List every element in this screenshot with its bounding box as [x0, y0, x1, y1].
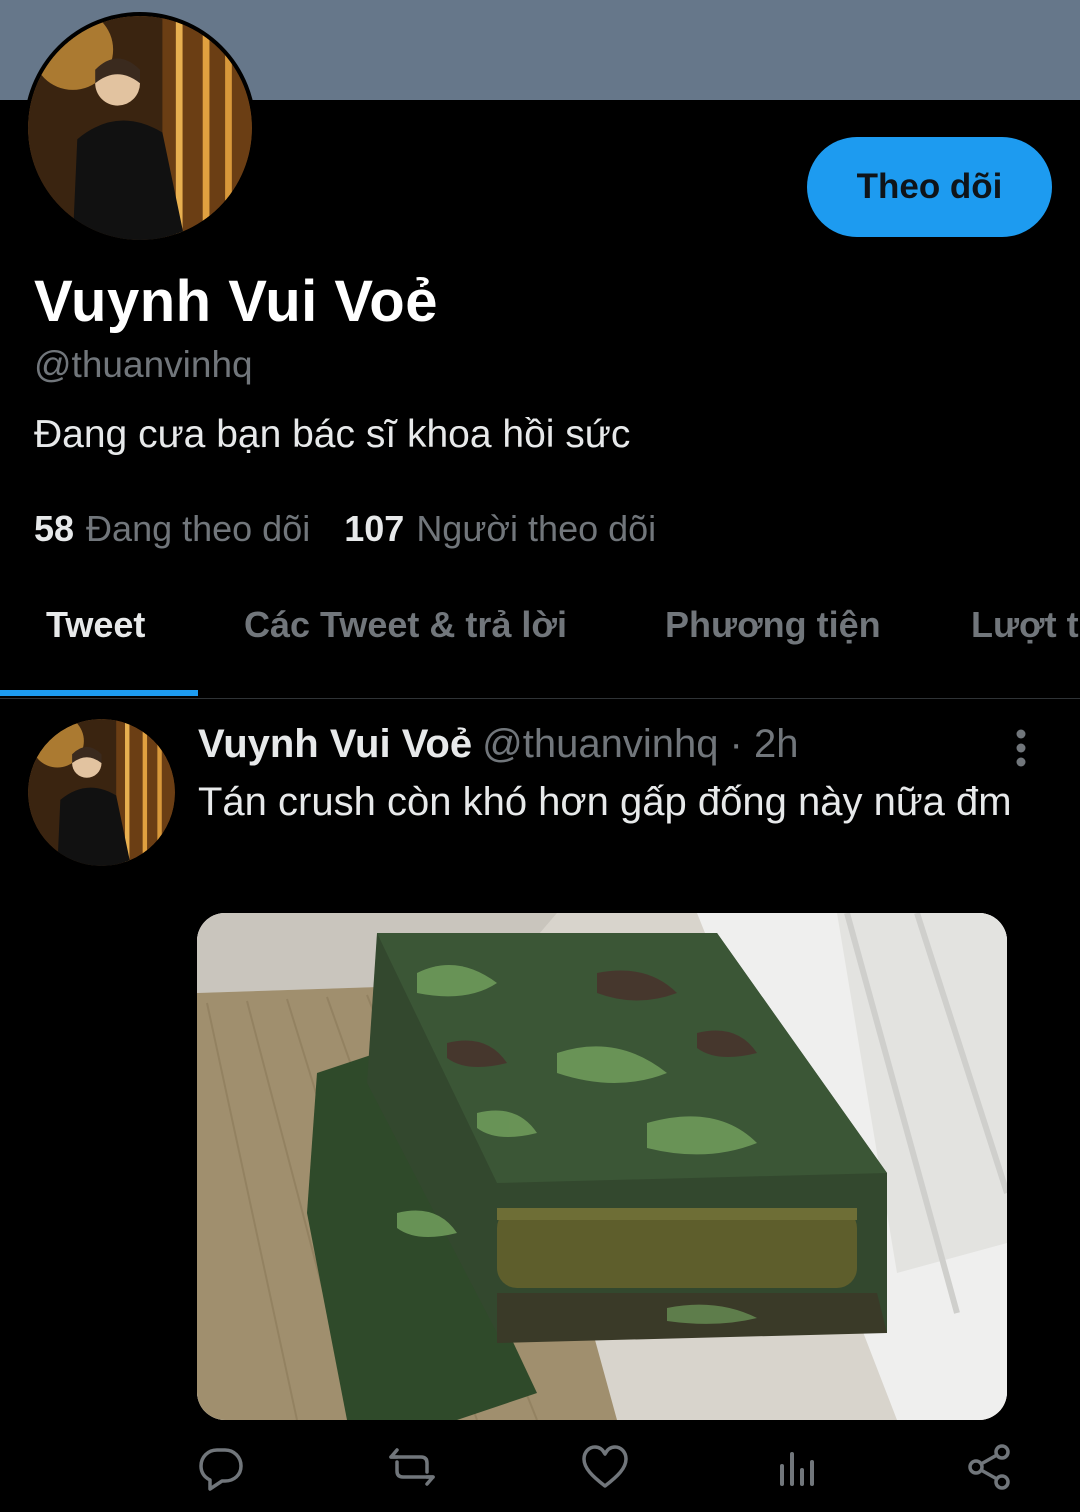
tweet-text: Tán crush còn khó hơn gấp đống này nữa đ… [198, 780, 1012, 824]
following-label: Đang theo dõi [86, 508, 311, 549]
tab-tweets[interactable]: Tweet [46, 604, 145, 646]
profile-handle: @thuanvinhq [34, 344, 253, 385]
profile-avatar[interactable] [24, 12, 256, 244]
more-options-icon[interactable] [1008, 728, 1034, 768]
followers-stat[interactable]: 107 Người theo dõi [344, 508, 656, 550]
profile-display-name: Vuynh Vui Voẻ [34, 269, 438, 334]
followers-count: 107 [344, 508, 405, 549]
following-count: 58 [34, 508, 75, 549]
profile-bio: Đang cưa bạn bác sĩ khoa hồi sức [34, 413, 631, 456]
followers-label: Người theo dõi [416, 508, 657, 549]
profile-stats: 58 Đang theo dõi 107 Người theo dõi [34, 508, 656, 550]
active-tab-indicator [0, 690, 198, 696]
share-icon[interactable] [964, 1442, 1014, 1492]
following-stat[interactable]: 58 Đang theo dõi [34, 508, 310, 550]
profile-tabs: Tweet Các Tweet & trả lời Phương tiện Lư… [0, 590, 1080, 699]
tweet-author-name[interactable]: Vuynh Vui Voẻ [198, 722, 472, 766]
tab-tweets-replies[interactable]: Các Tweet & trả lời [244, 604, 567, 646]
tab-likes[interactable]: Lượt thích [971, 604, 1080, 646]
analytics-icon[interactable] [772, 1442, 822, 1492]
tweet-header: Vuynh Vui Voẻ @thuanvinhq · 2h [198, 722, 798, 767]
reply-icon[interactable] [196, 1442, 246, 1492]
tweet-author-meta: @thuanvinhq · 2h [482, 722, 799, 766]
tab-media[interactable]: Phương tiện [665, 604, 881, 646]
tweet-image[interactable] [197, 913, 1007, 1420]
retweet-icon[interactable] [387, 1442, 437, 1492]
like-icon[interactable] [580, 1442, 630, 1492]
tweet-avatar[interactable] [28, 719, 175, 866]
follow-button[interactable]: Theo dõi [807, 137, 1052, 237]
